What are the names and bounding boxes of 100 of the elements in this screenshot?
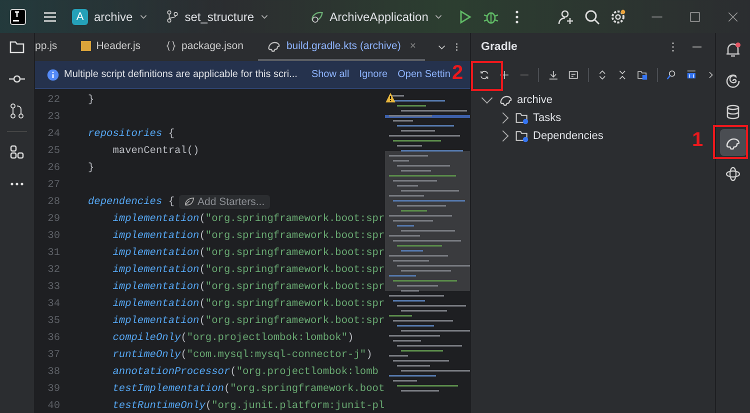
line-number: 35 xyxy=(46,314,60,326)
project-avatar: A xyxy=(72,8,88,24)
highlight-frame xyxy=(713,125,748,159)
tree-item[interactable]: Tasks xyxy=(471,109,562,127)
tool-window-button[interactable] xyxy=(720,129,746,156)
line-number: 22 xyxy=(46,94,60,106)
code-text: ( xyxy=(199,212,206,224)
app-logo-icon[interactable] xyxy=(10,8,26,24)
line-number: 38 xyxy=(46,366,60,378)
code-text: } xyxy=(88,162,94,174)
code-keyword: implementation xyxy=(112,280,200,292)
tree-label: Dependencies xyxy=(533,130,604,142)
run-configuration-selector[interactable]: ArchiveApplication xyxy=(306,6,448,26)
add-user-icon[interactable] xyxy=(558,8,574,24)
branch-selector[interactable]: set_structure xyxy=(162,6,274,26)
download-icon[interactable] xyxy=(548,68,559,82)
code-keyword: implementation xyxy=(112,314,200,326)
branch-icon xyxy=(166,10,179,23)
panel-title: Gradle xyxy=(481,41,518,53)
collapse-all-icon[interactable] xyxy=(617,68,628,82)
notification-message: Multiple script definitions are applicable for this scri... xyxy=(64,69,298,80)
line-number: 36 xyxy=(46,332,60,344)
code-keyword: annotationProcessor xyxy=(112,366,230,378)
code-text: mavenCentral() xyxy=(112,144,200,156)
pull-request-icon[interactable] xyxy=(9,103,25,119)
leaf-icon xyxy=(310,10,324,24)
step-number: 2 xyxy=(452,62,464,85)
leaf-icon xyxy=(184,196,195,207)
code-string: "org.springframework.boot:spr xyxy=(205,298,385,310)
search-icon[interactable] xyxy=(584,8,600,24)
editor-tab[interactable]: package.json xyxy=(156,33,252,61)
code-text: ( xyxy=(180,348,187,360)
code-string: "org.springframework.boot:spr xyxy=(205,264,385,276)
project-selector[interactable]: A archive xyxy=(68,6,152,28)
folder-icon[interactable] xyxy=(9,39,25,55)
code-text: } xyxy=(88,94,94,106)
code-text: ( xyxy=(180,332,187,344)
line-number: 39 xyxy=(46,382,60,394)
tab-label: pp.js xyxy=(35,40,58,52)
code-string: "org.springframework.boot:spr xyxy=(205,230,385,242)
code-keyword: implementation xyxy=(112,264,200,276)
tree-item[interactable]: archive xyxy=(471,91,552,109)
editor-tab[interactable]: pp.js xyxy=(35,33,66,61)
notification-link[interactable]: Ignore xyxy=(359,69,388,80)
line-number: 28 xyxy=(46,196,60,208)
tab-label: build.gradle.kts (archive) xyxy=(286,40,401,52)
code-string: "org.springframework.boot:spr xyxy=(205,212,385,224)
line-number: 30 xyxy=(46,230,60,242)
close-icon[interactable] xyxy=(726,10,740,24)
spiral-icon xyxy=(725,72,741,88)
expand-all-icon[interactable] xyxy=(597,68,608,82)
tree-item[interactable]: Dependencies xyxy=(471,127,604,145)
code-text: { xyxy=(167,196,175,208)
line-number: 23 xyxy=(46,110,60,122)
code-text: { xyxy=(167,128,175,140)
analyze-icon[interactable] xyxy=(666,68,678,82)
notification-link[interactable]: Open Settin xyxy=(398,69,450,80)
line-number: 25 xyxy=(46,144,60,156)
code-keyword: testRuntimeOnly xyxy=(112,400,206,412)
inlay-hint[interactable]: Add Starters... xyxy=(178,194,270,208)
maximize-icon[interactable] xyxy=(688,10,702,24)
folder-grid-icon[interactable] xyxy=(636,68,648,82)
plus-icon[interactable] xyxy=(498,68,510,82)
tree-label: Tasks xyxy=(533,112,562,124)
code-text: ( xyxy=(199,298,206,310)
info-icon xyxy=(47,68,59,80)
tree-label: archive xyxy=(517,94,552,106)
notification-link[interactable]: Show all xyxy=(311,69,350,80)
database-icon xyxy=(725,104,741,120)
structure-icon[interactable] xyxy=(9,144,25,160)
code-text: ( xyxy=(205,400,212,412)
code-string: "org.projectlombok:lombok" xyxy=(186,332,348,344)
code-string: "org.springframework.boot:spr xyxy=(205,314,385,326)
code-text: ( xyxy=(199,264,206,276)
warning-icon xyxy=(385,92,396,103)
highlight-frame xyxy=(471,61,503,91)
line-number: 24 xyxy=(46,128,60,140)
settings-icon[interactable] xyxy=(610,8,626,24)
line-number: 26 xyxy=(46,162,60,174)
folder-icon xyxy=(515,111,529,125)
code-keyword: compileOnly xyxy=(112,332,181,344)
code-keyword: implementation xyxy=(112,212,200,224)
editor-tab[interactable]: Header.js xyxy=(72,33,150,61)
line-number: 34 xyxy=(46,298,60,310)
line-number: 31 xyxy=(46,246,60,258)
code-keyword: implementation xyxy=(112,298,200,310)
close-tab-icon[interactable]: × xyxy=(410,40,416,52)
script-icon[interactable] xyxy=(568,68,579,82)
refresh-icon[interactable] xyxy=(479,68,490,82)
line-number: 29 xyxy=(46,212,60,224)
code-string: "org.junit.platform:junit-pl xyxy=(212,400,385,412)
line-number: 37 xyxy=(46,348,60,360)
code-text: ( xyxy=(199,314,206,326)
tab-label: Header.js xyxy=(96,40,141,52)
code-text: ) xyxy=(366,348,372,360)
line-number: 27 xyxy=(46,178,60,190)
line-number: 32 xyxy=(46,264,60,276)
step-number: 1 xyxy=(692,129,704,152)
code-text: ) xyxy=(348,332,354,344)
code-keyword: implementation xyxy=(112,230,200,242)
